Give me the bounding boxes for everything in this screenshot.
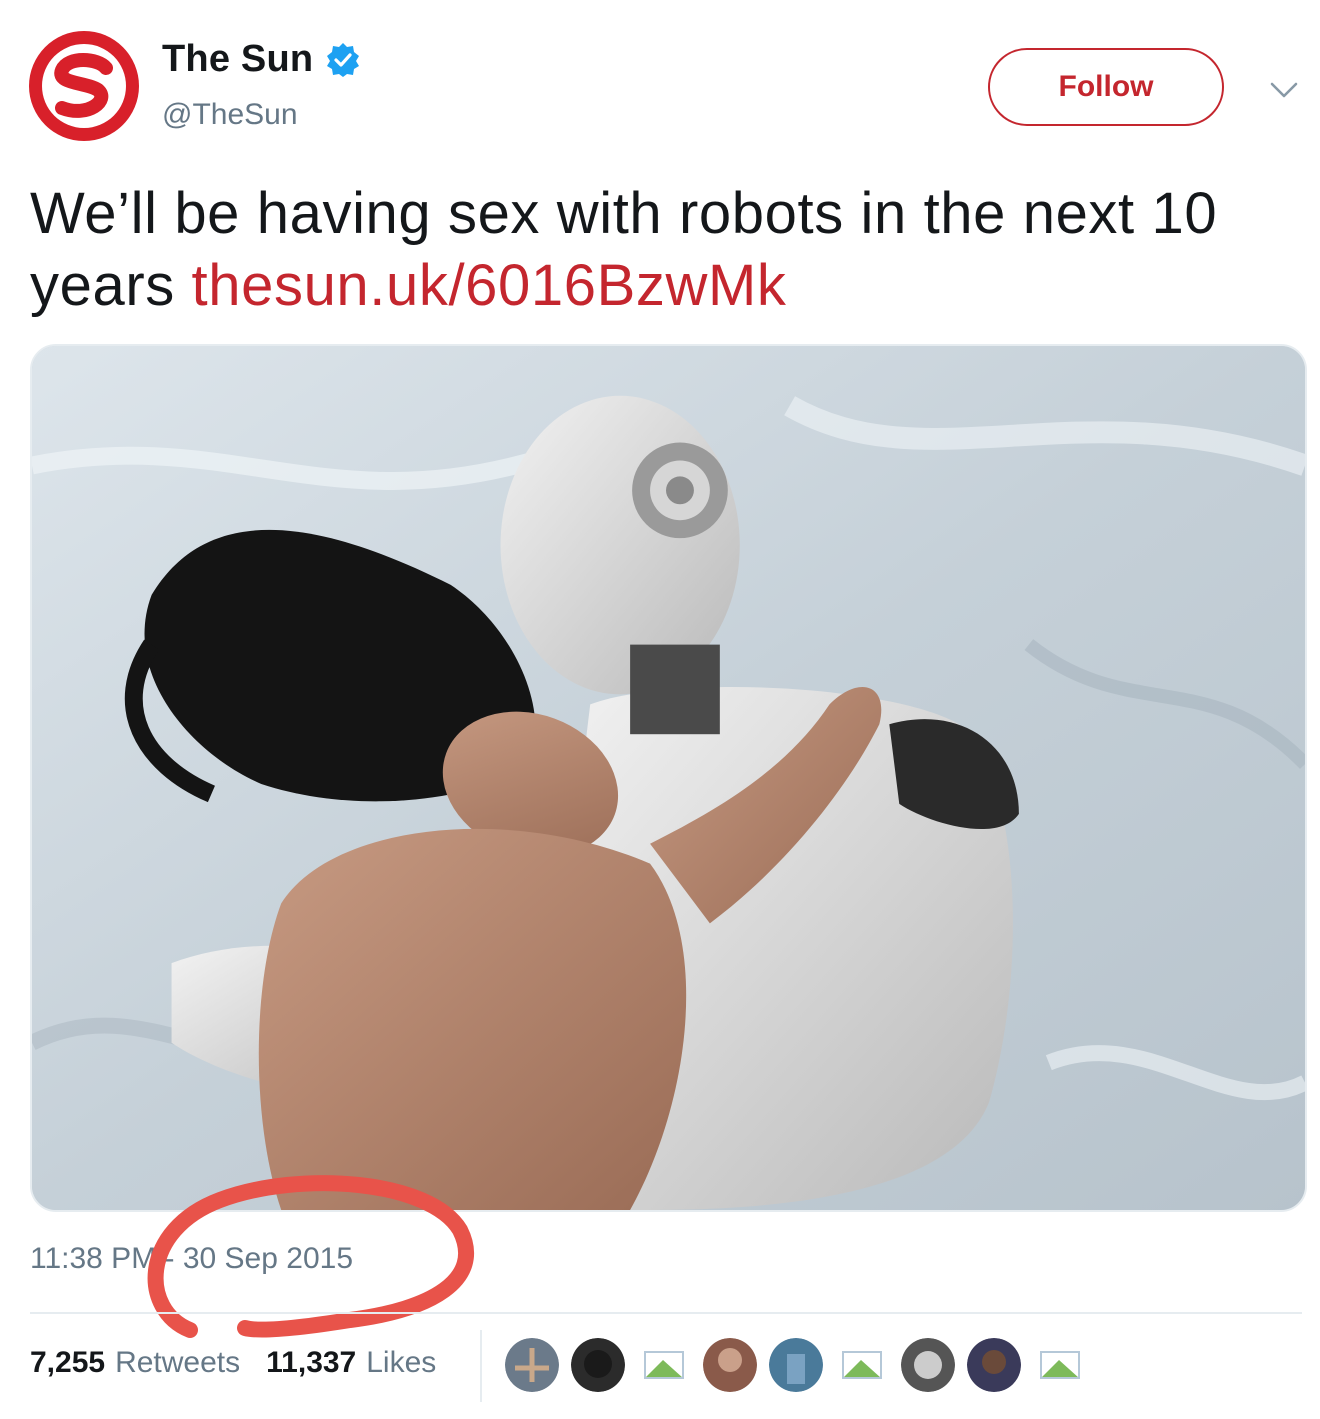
- liker-avatar-5[interactable]: [769, 1338, 823, 1392]
- likes-stat[interactable]: 11,337 Likes: [266, 1346, 436, 1380]
- liker-avatar-1[interactable]: [505, 1338, 559, 1392]
- tweet-stats: 7,255 Retweets 11,337 Likes: [30, 1346, 462, 1380]
- liker-avatar-6[interactable]: [835, 1338, 889, 1392]
- tweet-photo-image: [32, 346, 1305, 1210]
- liker-avatar-4[interactable]: [703, 1338, 757, 1392]
- account-display-name[interactable]: The Sun: [162, 38, 313, 81]
- account-name-row[interactable]: The Sun: [162, 38, 361, 81]
- tweet-photo[interactable]: [30, 344, 1307, 1212]
- stats-vertical-divider: [480, 1330, 482, 1402]
- liker-avatar-8[interactable]: [967, 1338, 1021, 1392]
- verified-badge-icon: [327, 42, 360, 77]
- tweet-link[interactable]: thesun.uk/6016BzwMk: [192, 253, 787, 318]
- retweets-stat[interactable]: 7,255 Retweets: [30, 1346, 240, 1380]
- retweets-count: 7,255: [30, 1346, 106, 1379]
- liker-avatar-2[interactable]: [571, 1338, 625, 1392]
- likes-label: Likes: [366, 1346, 437, 1379]
- tweet-text: We’ll be having sex with robots in the n…: [30, 178, 1300, 322]
- account-avatar[interactable]: [28, 30, 140, 142]
- liker-avatar-9[interactable]: [1033, 1338, 1087, 1392]
- liker-avatar-7[interactable]: [901, 1338, 955, 1392]
- liker-avatars: [505, 1338, 1099, 1392]
- account-handle[interactable]: @TheSun: [162, 98, 298, 132]
- liker-avatar-3[interactable]: [637, 1338, 691, 1392]
- the-sun-logo-icon: [29, 31, 139, 141]
- stats-divider-line: [30, 1312, 1302, 1314]
- follow-button[interactable]: Follow: [988, 48, 1224, 126]
- tweet-timestamp[interactable]: 11:38 PM - 30 Sep 2015: [30, 1242, 353, 1276]
- retweets-label: Retweets: [115, 1346, 241, 1379]
- chevron-down-icon[interactable]: [1268, 78, 1300, 102]
- likes-count: 11,337: [266, 1346, 357, 1379]
